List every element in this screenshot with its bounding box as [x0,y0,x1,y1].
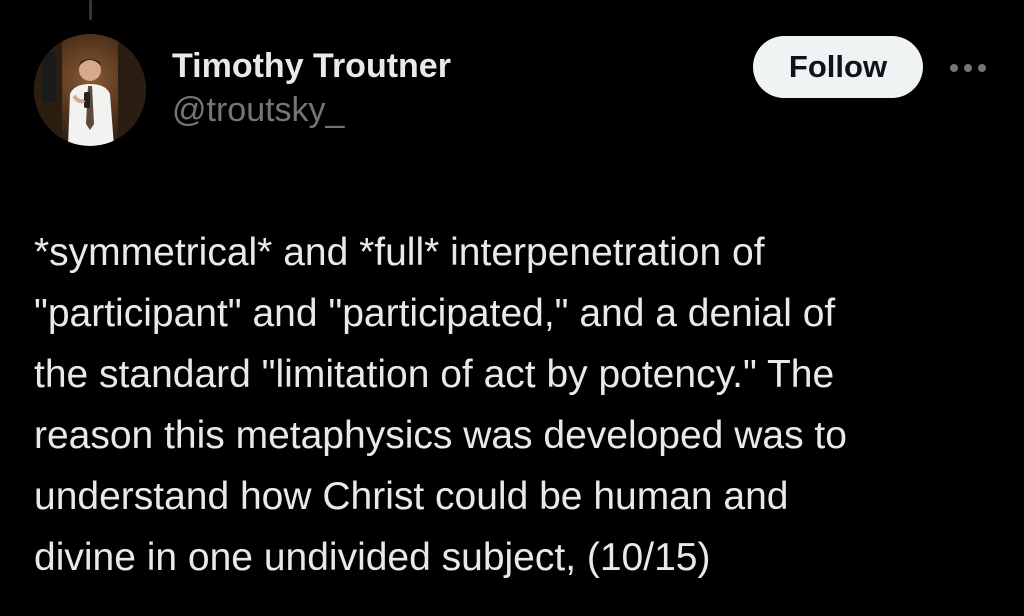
follow-button[interactable]: Follow [753,36,923,98]
tweet-text-line: divine in one undivided subject, (10/15) [34,536,711,579]
author-display-name[interactable]: Timothy Troutner [172,44,451,88]
tweet-text-line: reason this metaphysics was developed wa… [34,414,847,457]
tweet-text-line: the standard "limitation of act by poten… [34,353,835,396]
tweet-text-line: understand how Christ could be human and [34,475,789,518]
thread-connector-line [89,0,92,20]
profile-photo-icon [34,34,146,146]
tweet-text-line: *symmetrical* and *full* interpenetratio… [34,231,765,274]
tweet-author[interactable]: Timothy Troutner @troutsky_ [172,44,451,132]
tweet-text: *symmetrical* and *full* interpenetratio… [34,222,1004,588]
more-horizontal-icon [950,64,986,72]
more-options-button[interactable] [944,48,992,88]
tweet-text-line: "participant" and "participated," and a … [34,292,836,335]
author-handle[interactable]: @troutsky_ [172,88,451,132]
avatar[interactable] [34,34,146,146]
